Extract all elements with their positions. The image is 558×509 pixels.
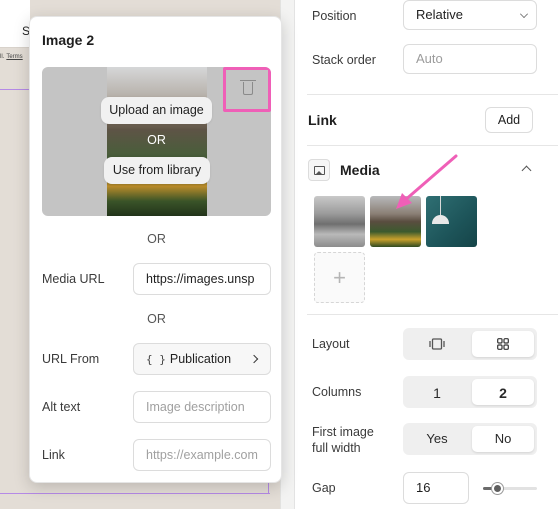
- braces-icon: { }: [146, 353, 166, 366]
- url-from-source-button[interactable]: { } Publication: [133, 343, 271, 375]
- media-url-input[interactable]: https://images.unsp: [133, 263, 271, 295]
- stack-order-input[interactable]: Auto: [403, 44, 537, 74]
- gap-label: Gap: [312, 481, 336, 495]
- trash-icon: [243, 82, 253, 95]
- add-link-button[interactable]: Add: [485, 107, 533, 133]
- delete-image-highlight[interactable]: [223, 67, 271, 112]
- canvas-terms-link[interactable]: Terms: [6, 54, 22, 60]
- add-image-button[interactable]: +: [314, 252, 365, 303]
- layout-carousel-option[interactable]: [406, 331, 468, 357]
- first-image-label-line2: full width: [312, 441, 361, 455]
- chevron-up-icon[interactable]: [521, 165, 532, 176]
- panel-divider: [280, 0, 294, 509]
- pendant-lamp-thumbnail[interactable]: [426, 196, 477, 247]
- position-value: Relative: [416, 7, 463, 22]
- link-section-title: Link: [308, 112, 337, 128]
- media-url-label: Media URL: [42, 272, 105, 286]
- stack-order-placeholder: Auto: [416, 51, 443, 66]
- layout-label: Layout: [312, 337, 350, 351]
- image-icon: [308, 159, 330, 181]
- stack-order-label: Stack order: [312, 53, 376, 67]
- link-label: Link: [42, 448, 65, 462]
- chevron-right-icon: [249, 354, 259, 364]
- lamp-shade: [432, 215, 449, 224]
- columns-option-2[interactable]: 2: [472, 379, 534, 405]
- gap-slider-handle[interactable]: [492, 483, 503, 494]
- mountain-fog-thumbnail[interactable]: [314, 196, 365, 247]
- grid-icon: [497, 338, 509, 350]
- image-dropzone[interactable]: Upload an image OR Use from library: [42, 67, 271, 216]
- section-divider: [307, 94, 558, 95]
- layout-toggle: [403, 328, 537, 360]
- url-from-label: URL From: [42, 352, 100, 366]
- or-divider-1: OR: [147, 232, 166, 246]
- chevron-down-icon: [520, 10, 528, 18]
- section-divider: [307, 145, 558, 146]
- first-image-label-line1: First image: [312, 425, 374, 439]
- position-label: Position: [312, 9, 357, 23]
- section-divider: [307, 314, 558, 315]
- columns-option-1[interactable]: 1: [406, 379, 468, 405]
- gap-input[interactable]: 16: [403, 472, 469, 504]
- popover-title: Image 2: [42, 32, 95, 48]
- columns-toggle: 1 2: [403, 376, 537, 408]
- canvas-terms-text: ll. Terms: [0, 54, 23, 60]
- first-image-yes-option[interactable]: Yes: [406, 426, 468, 452]
- upload-image-button[interactable]: Upload an image: [101, 97, 212, 124]
- or-divider-2: OR: [147, 312, 166, 326]
- media-section-title: Media: [340, 162, 380, 178]
- canvas-selection-line-bottom: [0, 493, 270, 494]
- canvas-selection-line: [0, 89, 30, 90]
- layout-grid-option[interactable]: [472, 331, 534, 357]
- use-from-library-button[interactable]: Use from library: [104, 157, 210, 184]
- image-mountain-shape: [316, 171, 322, 174]
- position-select[interactable]: Relative: [403, 0, 537, 30]
- link-input[interactable]: https://example.com: [133, 439, 271, 471]
- dropzone-or-text: OR: [147, 133, 166, 147]
- url-from-value: Publication: [169, 352, 232, 366]
- first-image-full-width-toggle: Yes No: [403, 423, 537, 455]
- carousel-icon: [429, 338, 445, 350]
- image-settings-popover: Image 2 Upload an image OR Use from libr…: [29, 16, 282, 483]
- first-image-no-option[interactable]: No: [472, 426, 534, 452]
- properties-panel: Position Relative Stack order Auto Link …: [294, 0, 558, 509]
- alt-text-label: Alt text: [42, 400, 81, 414]
- columns-label: Columns: [312, 385, 362, 399]
- flower-field-thumbnail[interactable]: [370, 196, 421, 247]
- alt-text-input[interactable]: Image description: [133, 391, 271, 423]
- lamp-cord: [440, 196, 441, 216]
